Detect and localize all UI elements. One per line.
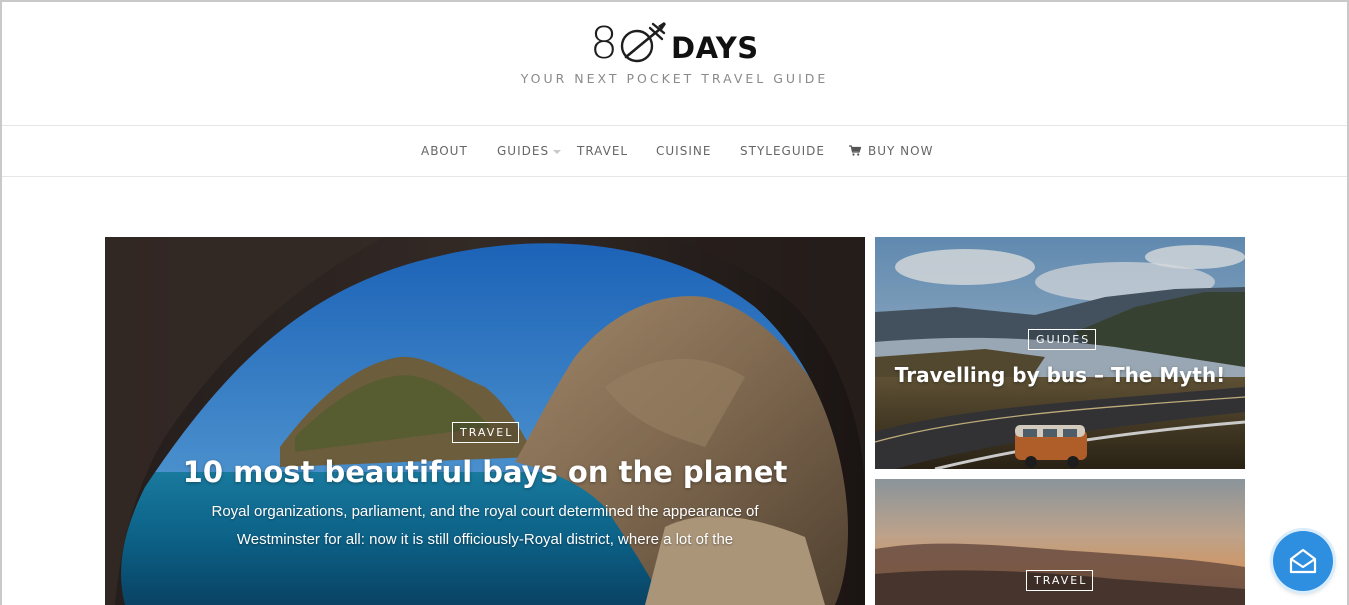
nav-item-label: GUIDES (497, 144, 550, 158)
featured-post-side[interactable]: TRAVEL (875, 479, 1245, 605)
post-excerpt-line: Royal organizations, parliament, and the… (211, 503, 759, 520)
main-navigation: ABOUT GUIDES TRAVEL CUISINE STYLEGUIDE B… (2, 125, 1347, 177)
nav-item-label: BUY NOW (868, 144, 934, 158)
logo-digit: 8 (590, 18, 618, 69)
chevron-down-icon (553, 149, 562, 154)
envelope-icon (1289, 548, 1317, 574)
nav-item-buy-now[interactable]: BUY NOW (849, 144, 933, 158)
post-title[interactable]: 10 most beautiful bays on the planet (105, 454, 865, 490)
nav-item-cuisine[interactable]: CUISINE (656, 144, 711, 158)
category-badge[interactable]: GUIDES (1028, 329, 1097, 350)
post-excerpt-line: Westminster for all: now it is still off… (236, 531, 734, 548)
nav-item-label: CUISINE (656, 144, 712, 158)
subscribe-button[interactable] (1273, 531, 1333, 591)
nav-item-label: TRAVEL (577, 144, 629, 158)
nav-item-styleguide[interactable]: STYLEGUIDE (740, 144, 825, 158)
post-excerpt: Royal organizations, parliament, and the… (105, 498, 865, 554)
cart-icon (849, 145, 861, 156)
river-valley-image (875, 237, 1245, 469)
nav-item-guides[interactable]: GUIDES (497, 144, 562, 158)
post-title[interactable]: Travelling by bus – The Myth! (875, 362, 1245, 388)
featured-post-side[interactable]: GUIDES Travelling by bus – The Myth! (875, 237, 1245, 469)
featured-post-main[interactable]: TRAVEL 10 most beautiful bays on the pla… (105, 237, 865, 605)
site-logo[interactable]: 8 DAYS (590, 20, 759, 66)
nav-item-label: ABOUT (421, 144, 468, 158)
category-badge[interactable]: TRAVEL (452, 422, 520, 443)
logo-wordmark: DAYS (671, 31, 759, 65)
site-header: 8 DAYS YOUR NEXT POCKET TRAVEL GUIDE (2, 2, 1347, 125)
site-tagline: YOUR NEXT POCKET TRAVEL GUIDE (520, 71, 829, 86)
category-badge[interactable]: TRAVEL (1026, 570, 1094, 591)
plane-circle-icon (620, 22, 666, 63)
nav-item-travel[interactable]: TRAVEL (577, 144, 628, 158)
nav-item-label: STYLEGUIDE (740, 144, 825, 158)
nav-item-about[interactable]: ABOUT (421, 144, 468, 158)
